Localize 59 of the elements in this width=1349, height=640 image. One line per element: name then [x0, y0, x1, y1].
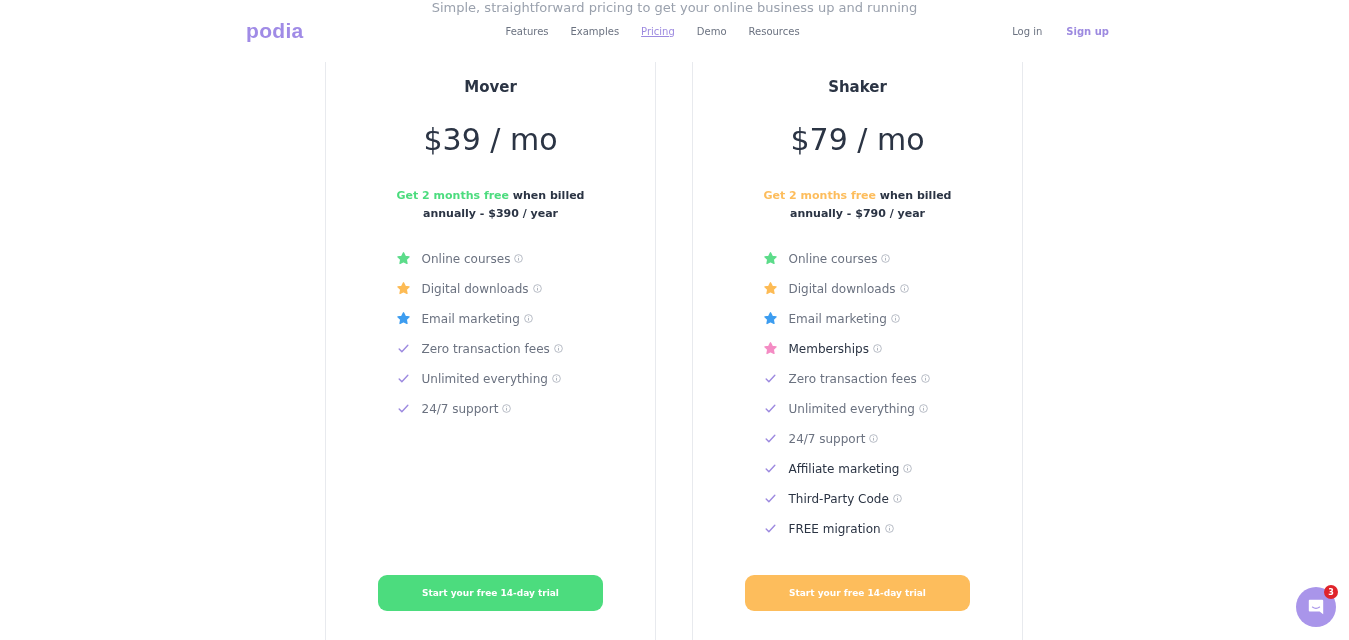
feature-label: Unlimited everything [421, 371, 548, 386]
plan-name: Shaker [828, 78, 887, 96]
check-icon [763, 372, 777, 385]
check-icon [763, 492, 777, 505]
promo-text: Get 2 months free when billed annually - $390 / year [395, 188, 586, 222]
plan-price: $79 / mo [790, 122, 925, 157]
feature-label: Zero transaction fees [421, 341, 550, 356]
feature-label: Unlimited everything [788, 401, 915, 416]
feature-label: FREE migration [788, 521, 881, 536]
check-icon [763, 402, 777, 415]
feature-label: Third-Party Code [788, 491, 889, 506]
feature-label: 24/7 support [421, 401, 499, 416]
feature-label: 24/7 support [788, 431, 866, 446]
check-icon [396, 342, 410, 355]
check-icon [763, 522, 777, 535]
info-icon[interactable] [884, 524, 894, 533]
info-icon[interactable] [502, 404, 512, 413]
feature-label: Email marketing [788, 311, 887, 326]
nav-link[interactable]: Demo [696, 25, 727, 37]
chat-button[interactable] [1296, 587, 1336, 627]
promo-text: Get 2 months free when billed annually - $790 / year [762, 188, 953, 222]
nav-link[interactable]: Pricing [641, 25, 675, 37]
info-icon[interactable] [920, 374, 930, 383]
info-icon[interactable] [532, 284, 542, 293]
info-icon[interactable] [514, 254, 524, 263]
login-link[interactable]: Log in [1012, 25, 1043, 37]
notification-badge: 3 [1324, 585, 1338, 599]
info-icon[interactable] [523, 314, 533, 323]
feature-label: Memberships [788, 341, 869, 356]
feature-label: Online courses [421, 251, 511, 266]
info-icon[interactable] [872, 344, 882, 353]
info-icon[interactable] [918, 404, 928, 413]
info-icon[interactable] [892, 494, 902, 503]
info-icon[interactable] [881, 254, 891, 263]
chat-icon [1307, 598, 1325, 616]
page-subtitle: Simple, straightforward pricing to get your online business up and running [430, 0, 919, 15]
info-icon[interactable] [890, 314, 900, 323]
feature-label: Zero transaction fees [788, 371, 917, 386]
check-icon [396, 372, 410, 385]
nav-link[interactable]: Examples [570, 25, 620, 37]
plan-name: Mover [464, 78, 517, 96]
check-icon [396, 402, 410, 415]
info-icon[interactable] [899, 284, 909, 293]
info-icon[interactable] [551, 374, 561, 383]
info-icon[interactable] [903, 464, 913, 473]
feature-label: Email marketing [421, 311, 520, 326]
check-icon [763, 462, 777, 475]
nav-link[interactable]: Features [505, 25, 549, 37]
info-icon[interactable] [553, 344, 563, 353]
feature-label: Digital downloads [788, 281, 896, 296]
feature-label: Digital downloads [421, 281, 529, 296]
plan-price: $39 / mo [423, 122, 558, 157]
check-icon [763, 432, 777, 445]
nav-link[interactable]: Resources [748, 25, 800, 37]
feature-label: Affiliate marketing [788, 461, 900, 476]
feature-label: Online courses [788, 251, 878, 266]
logo[interactable]: podia [246, 19, 304, 43]
info-icon[interactable] [869, 434, 879, 443]
signup-link[interactable]: Sign up [1066, 25, 1109, 37]
